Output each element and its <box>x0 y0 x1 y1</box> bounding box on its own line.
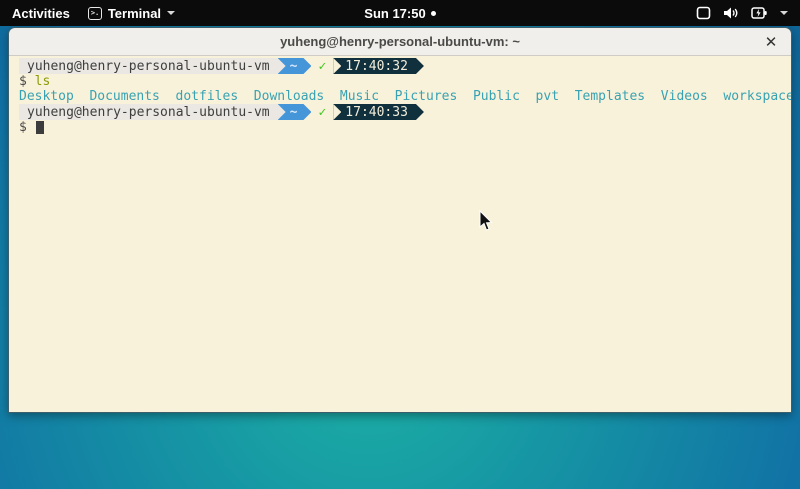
prompt-user-segment: yuheng@henry-personal-ubuntu-vm <box>19 58 278 74</box>
status-check-icon: ✓ <box>311 104 333 120</box>
window-title: yuheng@henry-personal-ubuntu-vm: ~ <box>9 34 791 49</box>
status-check-icon: ✓ <box>311 58 333 74</box>
notification-dot-icon <box>431 11 436 16</box>
prompt-path-segment: ~ <box>278 58 312 74</box>
chevron-down-icon <box>780 11 788 15</box>
prompt-time-segment: 17:40:33 <box>333 104 424 120</box>
prompt-line: yuheng@henry-personal-ubuntu-vm ~ ✓ 17:4… <box>19 58 791 74</box>
prompt-time-label: 17:40:32 <box>345 59 408 74</box>
prompt-path-label: ~ <box>290 59 298 74</box>
prompt-time-label: 17:40:33 <box>345 105 408 120</box>
activities-button[interactable]: Activities <box>12 6 70 21</box>
app-menu-label: Terminal <box>108 6 161 21</box>
ls-output-line: Desktop Documents dotfiles Downloads Mus… <box>19 89 791 104</box>
powerline-arrow-icon <box>278 104 286 120</box>
system-tray[interactable] <box>696 6 800 20</box>
close-button[interactable]: ✕ <box>761 32 781 52</box>
prompt-path-label: ~ <box>290 105 298 120</box>
terminal-window: yuheng@henry-personal-ubuntu-vm: ~ ✕ yuh… <box>8 27 792 413</box>
top-bar: Activities >. Terminal Sun 17:50 <box>0 0 800 26</box>
terminal-screen[interactable]: yuheng@henry-personal-ubuntu-vm ~ ✓ 17:4… <box>9 56 791 412</box>
prompt-symbol: $ <box>19 120 27 135</box>
display-icon <box>696 6 711 20</box>
text-cursor <box>36 121 44 134</box>
command-line: $ ls <box>19 74 791 89</box>
prompt-path-segment: ~ <box>278 104 312 120</box>
volume-icon <box>723 6 739 20</box>
prompt-user-segment: yuheng@henry-personal-ubuntu-vm <box>19 104 278 120</box>
clock-button[interactable]: Sun 17:50 <box>364 6 425 21</box>
typed-command: ls <box>35 74 51 89</box>
prompt-time-segment: 17:40:32 <box>333 58 424 74</box>
app-menu[interactable]: >. Terminal <box>88 6 175 21</box>
prompt-symbol: $ <box>19 74 27 89</box>
terminal-app-icon: >. <box>88 7 102 20</box>
prompt-line: yuheng@henry-personal-ubuntu-vm ~ ✓ 17:4… <box>19 104 791 120</box>
input-line[interactable]: $ <box>19 120 791 135</box>
window-titlebar[interactable]: yuheng@henry-personal-ubuntu-vm: ~ ✕ <box>9 28 791 56</box>
powerline-arrow-icon <box>278 58 286 74</box>
powerline-arrow-icon <box>333 104 341 120</box>
powerline-arrow-icon <box>333 58 341 74</box>
battery-charging-icon <box>751 6 768 20</box>
chevron-down-icon <box>167 11 175 15</box>
